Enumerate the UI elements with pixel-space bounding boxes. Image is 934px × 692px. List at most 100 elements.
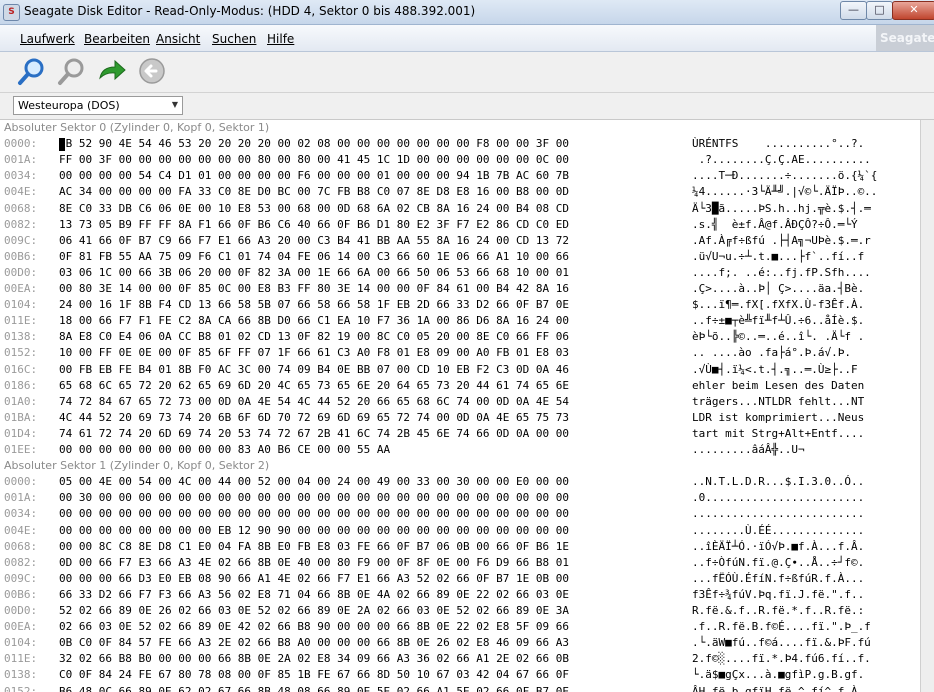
ascii-text[interactable]: tart mit Strg+Alt+Entf....: [692, 426, 864, 442]
hex-row: 01BA: 4C 44 52 20 69 73 74 20 6B 6F 6D 70…: [0, 410, 934, 426]
hex-bytes[interactable]: 18 00 66 F7 F1 FE C2 8A CA 66 8B D0 66 C…: [59, 313, 569, 329]
hex-row: 011E: 32 02 66 B8 B0 00 00 00 66 8B 0E 2A…: [0, 651, 934, 667]
menu-laufwerk[interactable]: Laufwerk: [20, 32, 75, 46]
maximize-button[interactable]: □: [866, 1, 893, 20]
search-icon[interactable]: [17, 56, 47, 86]
hex-bytes[interactable]: 8E C0 33 DB C6 06 0E 00 10 E8 53 00 68 0…: [59, 201, 569, 217]
ascii-text[interactable]: èÞ└õ..╠©..═..é..î└. .Ä└f .: [692, 329, 864, 345]
hex-bytes[interactable]: 24 00 16 1F 8B F4 CD 13 66 58 5B 07 66 5…: [59, 297, 569, 313]
hex-bytes[interactable]: 65 68 6C 65 72 20 62 65 69 6D 20 4C 65 7…: [59, 378, 569, 394]
ascii-text[interactable]: .Af.À╔f÷ßfú .├┤A╗¬UÞè.$.═.r: [692, 233, 871, 249]
menu-ansicht[interactable]: Ansicht: [156, 32, 200, 46]
ascii-text[interactable]: .ü√U¬u.÷┴.t.■...├f`..fí..f: [692, 249, 864, 265]
hex-bytes[interactable]: EB 52 90 4E 54 46 53 20 20 20 20 00 02 0…: [59, 136, 569, 152]
seagate-logo: Seagate: [876, 25, 934, 51]
offset-label: 00B6:: [4, 249, 38, 263]
ascii-text[interactable]: .s.╣ è±f.Â@f.ÂÐÇÔ?÷Ô.═└Ý: [692, 217, 858, 233]
ascii-text[interactable]: ÂH.fë.b.gfïH.fë.^.fí^.f.À.: [692, 684, 864, 692]
hex-bytes[interactable]: 02 66 03 0E 52 02 66 89 0E 42 02 66 B8 9…: [59, 619, 569, 635]
ascii-text[interactable]: ¼4......·3└Ä╨╝.|√©└.ÄÏÞ..©..: [692, 184, 877, 200]
forward-arrow-icon[interactable]: [97, 56, 127, 86]
ascii-text[interactable]: ÙRÉNTFS ..........°..?.: [692, 136, 864, 152]
hex-bytes[interactable]: 32 02 66 B8 B0 00 00 00 66 8B 0E 2A 02 E…: [59, 651, 569, 667]
ascii-text[interactable]: .f..R.fë.B.f©É....fï.".Þ_.f: [692, 619, 871, 635]
hex-bytes[interactable]: 8A E8 C0 E4 06 0A CC B8 01 02 CD 13 0F 8…: [59, 329, 569, 345]
offset-label: 016C:: [4, 362, 38, 376]
hex-bytes[interactable]: FF 00 3F 00 00 00 00 00 00 00 80 00 80 0…: [59, 152, 569, 168]
hex-bytes[interactable]: 66 33 D2 66 F7 F3 66 A3 56 02 E8 71 04 6…: [59, 587, 569, 603]
hex-bytes[interactable]: 06 41 66 0F B7 C9 66 F7 E1 66 A3 20 00 C…: [59, 233, 569, 249]
offset-label: 001A:: [4, 491, 38, 505]
hex-bytes[interactable]: 52 02 66 89 0E 26 02 66 03 0E 52 02 66 8…: [59, 603, 569, 619]
hex-bytes[interactable]: 0B C0 0F 84 57 FE 66 A3 2E 02 66 B8 A0 0…: [59, 635, 569, 651]
ascii-text[interactable]: ........Ù.ÉÉ..............: [692, 523, 864, 539]
offset-label: 00D0:: [4, 604, 38, 617]
ascii-text[interactable]: .........âáÂ╬..U¬: [692, 442, 805, 458]
hex-bytes[interactable]: 00 00 00 00 00 00 00 00 00 00 00 00 00 0…: [59, 506, 569, 522]
hex-row: 009C: 06 41 66 0F B7 C9 66 F7 E1 66 A3 20…: [0, 233, 934, 249]
hex-bytes[interactable]: 10 00 FF 0E 0E 00 0F 85 6F FF 07 1F 66 6…: [59, 345, 569, 361]
ascii-text[interactable]: $...ï¶═.fX[.fXfX.Ù-f3Êf.À.: [692, 297, 864, 313]
ascii-text[interactable]: .0........................: [692, 490, 864, 506]
app-icon: S: [3, 4, 20, 21]
hex-bytes[interactable]: 05 00 4E 00 54 00 4C 00 44 00 52 00 04 0…: [59, 474, 569, 490]
hex-bytes[interactable]: AC 34 00 00 00 00 FA 33 C0 8E D0 BC 00 7…: [59, 184, 569, 200]
ascii-text[interactable]: ..N.T.L.D.R...$.I.3.0..Ó..: [692, 474, 864, 490]
ascii-text[interactable]: ..f÷ÒfúN.fï.@.Ç∙..Å..÷┘f©.: [692, 555, 864, 571]
hex-bytes[interactable]: 4C 44 52 20 69 73 74 20 6B 6F 6D 70 72 6…: [59, 410, 569, 426]
hex-bytes[interactable]: 00 00 00 00 54 C4 D1 01 00 00 00 00 F6 0…: [59, 168, 569, 184]
ascii-text[interactable]: .└.äW■fú..f©á....fï.&.ÞF.fú: [692, 635, 871, 651]
back-arrow-icon[interactable]: [137, 56, 167, 86]
encoding-bar: Westeuropa (DOS) ▼: [0, 93, 934, 120]
minimize-button[interactable]: —: [840, 1, 867, 20]
ascii-text[interactable]: f3Êf÷¾fúV.Þq.fï.J.fë.".f..: [692, 587, 864, 603]
ascii-text[interactable]: .Ç>....à..Þ│ Ç>....äa.┤Bè.: [692, 281, 864, 297]
ascii-text[interactable]: ..f÷±■┬è╩fï╨f┴Û.÷6..åÍè.$.: [692, 313, 864, 329]
ascii-text[interactable]: ..........................: [692, 506, 864, 522]
hex-bytes[interactable]: 00 FB EB FE B4 01 8B F0 AC 3C 00 74 09 B…: [59, 362, 569, 378]
offset-label: 0138:: [4, 330, 38, 344]
offset-label: 004E:: [4, 523, 38, 537]
hex-bytes[interactable]: 00 00 00 00 00 00 00 00 00 83 A0 B6 CE 0…: [59, 442, 390, 458]
menu-bearbeiten[interactable]: Bearbeiten: [84, 32, 150, 46]
hex-bytes[interactable]: 74 72 84 67 65 72 73 00 0D 0A 4E 54 4C 4…: [59, 394, 569, 410]
hex-bytes[interactable]: 00 00 00 66 D3 E0 EB 08 90 66 A1 4E 02 6…: [59, 571, 569, 587]
hex-bytes[interactable]: 74 61 72 74 20 6D 69 74 20 53 74 72 67 2…: [59, 426, 569, 442]
ascii-text[interactable]: Ä└3█ã.....ÞS.h..hj.╦è.$.┤.═: [692, 201, 871, 217]
ascii-text[interactable]: R.fë.&.f..R.fë.*.f..R.fë.:: [692, 603, 864, 619]
hex-view[interactable]: Absoluter Sektor 0 (Zylinder 0, Kopf 0, …: [0, 120, 934, 692]
ascii-text[interactable]: ehler beim Lesen des Daten: [692, 378, 864, 394]
ascii-text[interactable]: ....f;. ..é:..fj.fP.Sfh....: [692, 265, 871, 281]
hex-bytes[interactable]: 13 73 05 B9 FF FF 8A F1 66 0F B6 C6 40 6…: [59, 217, 569, 233]
ascii-text[interactable]: 2.f©░....fï.*.Þ4.fú6.fí..f.: [692, 651, 871, 667]
ascii-text[interactable]: .. ....ào .fa├á°.Þ.á√.Þ.: [692, 345, 851, 361]
close-button[interactable]: ✕: [892, 1, 934, 20]
encoding-select-value: Westeuropa (DOS): [18, 99, 120, 112]
hex-bytes[interactable]: 00 30 00 00 00 00 00 00 00 00 00 00 00 0…: [59, 490, 569, 506]
encoding-select[interactable]: Westeuropa (DOS) ▼: [13, 96, 183, 115]
search-next-icon[interactable]: [57, 56, 87, 86]
hex-bytes[interactable]: C0 0F 84 24 FE 67 80 78 08 00 0F 85 1B F…: [59, 667, 569, 683]
menu-suchen[interactable]: Suchen: [212, 32, 256, 46]
hex-bytes[interactable]: B6 48 0C 66 89 0E 62 02 67 66 8B 48 08 6…: [59, 684, 569, 692]
ascii-text[interactable]: LDR ist komprimiert...Neus: [692, 410, 864, 426]
ascii-text[interactable]: trägers...NTLDR fehlt...NT: [692, 394, 864, 410]
hex-row: 016C: 00 FB EB FE B4 01 8B F0 AC 3C 00 74…: [0, 362, 934, 378]
hex-bytes[interactable]: 00 80 3E 14 00 00 0F 85 0C 00 E8 B3 FF 8…: [59, 281, 569, 297]
vertical-scrollbar[interactable]: [920, 120, 934, 692]
ascii-text[interactable]: ...fËÓÙ.ÉfíN.f÷ßfúR.f.À...: [692, 571, 864, 587]
hex-row: 00D0: 03 06 1C 00 66 3B 06 20 00 0F 82 3A…: [0, 265, 934, 281]
offset-label: 0082:: [4, 217, 38, 231]
hex-bytes[interactable]: 00 00 00 00 00 00 00 00 EB 12 90 90 00 0…: [59, 523, 569, 539]
ascii-text[interactable]: └.ä$■gÇx...à.■gfìP.g.B.gf.: [692, 667, 864, 683]
menu-hilfe[interactable]: Hilfe: [267, 32, 294, 46]
sector-header: Absoluter Sektor 0 (Zylinder 0, Kopf 0, …: [4, 121, 270, 134]
ascii-text[interactable]: .√Ù■┤.ï­¼<.t.┤.╗..═.Ù≥├..F: [692, 362, 858, 378]
hex-bytes[interactable]: 0F 81 FB 55 AA 75 09 F6 C1 01 74 04 FE 0…: [59, 249, 569, 265]
hex-bytes[interactable]: 00 00 8C C8 8E D8 C1 E0 04 FA 8B E0 FB E…: [59, 539, 569, 555]
ascii-text[interactable]: ..îÈÄÏ┴Ó.·ïÓ√Þ.■f.À...f.Â.: [692, 539, 864, 555]
hex-bytes[interactable]: 0D 00 66 F7 E3 66 A3 4E 02 66 8B 0E 40 0…: [59, 555, 569, 571]
hex-bytes[interactable]: 03 06 1C 00 66 3B 06 20 00 0F 82 3A 00 1…: [59, 265, 569, 281]
ascii-text[interactable]: .?........Ç.Ç.AE..........: [692, 152, 871, 168]
ascii-text[interactable]: ....T─Ð.......÷.......ö.{¼`{: [692, 168, 877, 184]
